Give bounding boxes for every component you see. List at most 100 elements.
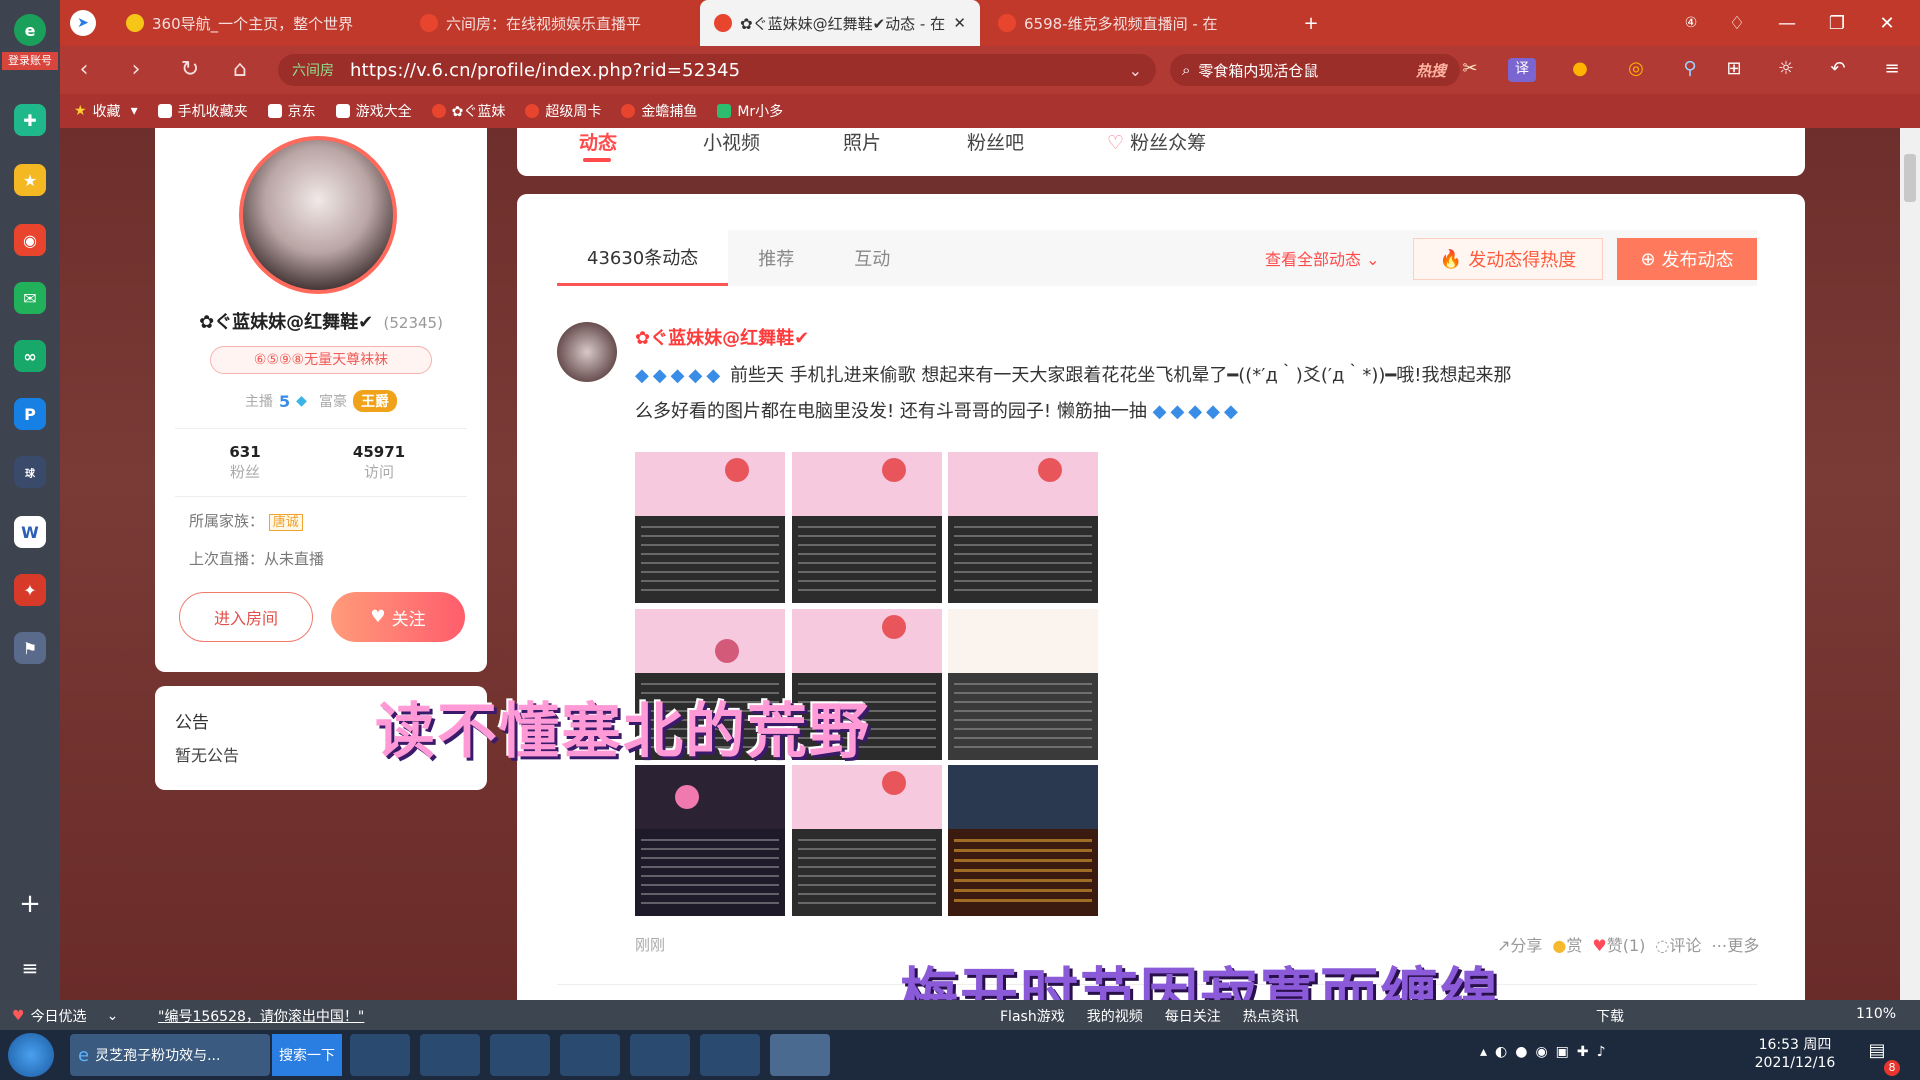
bookmark-jd[interactable]: 京东 — [267, 101, 316, 121]
k-app-icon[interactable] — [350, 1034, 410, 1076]
post-image[interactable] — [792, 452, 942, 603]
view-all-dropdown[interactable]: 查看全部动态 ⌄ — [1265, 246, 1380, 270]
taskbar-window-ie[interactable]: e 灵芝孢子粉功效与... — [70, 1034, 270, 1076]
address-bar[interactable]: 六间房 https://v.6.cn/profile/index.php?rid… — [278, 54, 1156, 86]
tab-interact[interactable]: 互动 — [824, 230, 921, 286]
game-app-icon[interactable] — [770, 1034, 830, 1076]
translate-icon[interactable]: 译 — [1508, 58, 1536, 82]
tab-recommend[interactable]: 推荐 — [728, 230, 825, 286]
menu-icon[interactable]: ≡ — [1878, 58, 1906, 82]
scissors-icon[interactable]: ✂ — [1456, 58, 1484, 82]
post-image[interactable] — [635, 452, 785, 603]
star-favorites-icon[interactable]: ★ — [14, 164, 46, 196]
sun-brightness-icon[interactable]: ☼ — [1772, 58, 1800, 82]
tab-6598[interactable]: 6598-维克多视频直播间 - 在 — [984, 0, 1274, 46]
tab-6cn[interactable]: 六间房：在线视频娱乐直播平 — [406, 0, 696, 46]
login-account-button[interactable]: 登录账号 — [2, 52, 58, 70]
dropdown-chevron-icon[interactable]: ⌄ — [1129, 61, 1142, 80]
close-window-icon[interactable]: ✕ — [1866, 0, 1908, 46]
game-app-icon[interactable]: ✦ — [14, 574, 46, 606]
tab-dynamics[interactable]: 动态 — [579, 128, 617, 155]
grid-apps-icon[interactable]: ⊞ — [1720, 58, 1748, 82]
comment-action[interactable]: ◌评论 — [1655, 932, 1701, 956]
avatar[interactable] — [239, 136, 397, 294]
browser-logo-icon[interactable]: e — [14, 14, 46, 46]
scrollbar-thumb[interactable] — [1904, 154, 1916, 202]
post-image[interactable] — [948, 452, 1098, 603]
mail-icon[interactable]: ✉ — [14, 282, 46, 314]
plus-app-icon[interactable]: ✚ — [14, 104, 46, 136]
url-text[interactable]: https://v.6.cn/profile/index.php?rid=523… — [350, 60, 740, 81]
media-player-icon[interactable] — [630, 1034, 690, 1076]
clock[interactable]: 16:53 周四 2021/12/16 — [1740, 1036, 1850, 1072]
bookmark-lanmeimei[interactable]: ✿ぐ蓝妹 — [431, 101, 505, 121]
p-app-icon[interactable]: P — [14, 398, 46, 430]
word-doc-icon[interactable]: W — [14, 516, 46, 548]
news-ticker[interactable]: "编号156528，请你滚出中国！" — [158, 1006, 364, 1026]
shirt-skin-icon[interactable]: ♢ — [1716, 0, 1758, 46]
close-icon[interactable]: ✕ — [945, 14, 966, 32]
forward-icon[interactable]: › — [120, 56, 152, 84]
post-button[interactable]: ⊕ 发布动态 — [1617, 238, 1757, 280]
tray-icons[interactable]: ▴◐●◉▣✚♪ — [1480, 1044, 1614, 1060]
flash-games-link[interactable]: Flash游戏 — [1000, 1006, 1065, 1026]
search-input[interactable]: 零食箱内现活仓鼠 — [1198, 60, 1318, 81]
bookmark-fishing[interactable]: 金蟾捕鱼 — [621, 101, 697, 121]
link-app-icon[interactable]: ∞ — [14, 340, 46, 372]
like-action[interactable]: ♥赞(1) — [1592, 932, 1645, 956]
post-image[interactable] — [635, 765, 785, 916]
ie-app-icon[interactable] — [420, 1034, 480, 1076]
coin-icon[interactable]: ● — [1566, 58, 1594, 82]
page-scrollbar[interactable] — [1900, 128, 1920, 1000]
tab-fan-bar[interactable]: 粉丝吧 — [967, 128, 1024, 155]
weibo-icon[interactable]: ◉ — [14, 224, 46, 256]
start-button[interactable] — [8, 1033, 54, 1077]
menu-icon[interactable]: ≡ — [14, 952, 46, 984]
magnifier-icon[interactable]: ⚲ — [1676, 58, 1704, 82]
hot-news-link[interactable]: 热点资讯 — [1243, 1006, 1299, 1026]
hot-button[interactable]: 🔥 发动态得热度 — [1413, 238, 1603, 280]
today-picks[interactable]: ♥ 今日优选 ⌄ — [12, 1006, 118, 1026]
bookmark-games[interactable]: 游戏大全 — [335, 101, 412, 121]
reward-action[interactable]: ●赏 — [1552, 932, 1582, 956]
sports-app-icon[interactable]: 球 — [14, 456, 46, 488]
minimize-icon[interactable]: — — [1766, 0, 1808, 46]
bookmark-favorites[interactable]: ★ 收藏 ▾ — [74, 101, 138, 121]
tab-crowdfunding[interactable]: ♡ 粉丝众筹 — [1107, 128, 1206, 155]
post-author[interactable]: ✿ぐ蓝妹妹@红舞鞋✔ — [635, 324, 809, 350]
reload-icon[interactable]: ↻ — [174, 56, 206, 84]
tab-profile-active[interactable]: ✿ぐ蓝妹妹@红舞鞋✔动态 - 在 ✕ — [700, 0, 980, 46]
game2-app-icon[interactable]: ⚑ — [14, 632, 46, 664]
follow-button[interactable]: ♥ 关注 — [331, 592, 465, 642]
fans-stat[interactable]: 631 粉丝 — [205, 443, 285, 482]
bookmark-mobile[interactable]: 手机收藏夹 — [157, 101, 248, 121]
home-icon[interactable]: ⌂ — [224, 56, 256, 84]
new-tab-icon[interactable]: + — [1290, 0, 1332, 46]
tab-short-video[interactable]: 小视频 — [703, 128, 760, 155]
undo-icon[interactable]: ↶ — [1824, 58, 1852, 82]
share-action[interactable]: ↗分享 — [1497, 932, 1542, 956]
post-avatar[interactable] — [557, 322, 617, 382]
bookmark-mrxiaoduo[interactable]: Mr小多 — [717, 101, 783, 121]
post-image[interactable] — [948, 765, 1098, 916]
navigate-icon[interactable]: ➤ — [70, 10, 96, 36]
back-icon[interactable]: ‹ — [68, 56, 100, 84]
gamepad-icon[interactable]: ◎ — [1622, 58, 1650, 82]
tab-all-posts[interactable]: 43630条动态 — [557, 230, 729, 286]
enter-room-button[interactable]: 进入房间 — [179, 592, 313, 642]
search-box[interactable]: ⌕ 零食箱内现活仓鼠 热搜 — [1170, 54, 1460, 86]
zoom-level[interactable]: 110% — [1856, 1006, 1896, 1022]
tab-360[interactable]: 360导航_一个主页，整个世界 — [112, 0, 402, 46]
post-image[interactable] — [792, 765, 942, 916]
maximize-icon[interactable]: ❐ — [1816, 0, 1858, 46]
tab-photos[interactable]: 照片 — [843, 128, 881, 155]
360-browser-icon[interactable] — [490, 1034, 550, 1076]
post-image[interactable] — [948, 609, 1098, 760]
folder-icon[interactable] — [560, 1034, 620, 1076]
tab-count-icon[interactable]: ④ — [1670, 0, 1712, 46]
family-badge[interactable]: 唐诚 — [268, 514, 303, 531]
chrome-icon[interactable] — [700, 1034, 760, 1076]
add-icon[interactable]: + — [14, 888, 46, 920]
search-action-button[interactable]: 搜索一下 — [272, 1034, 342, 1076]
more-action[interactable]: ⋯更多 — [1711, 932, 1759, 956]
